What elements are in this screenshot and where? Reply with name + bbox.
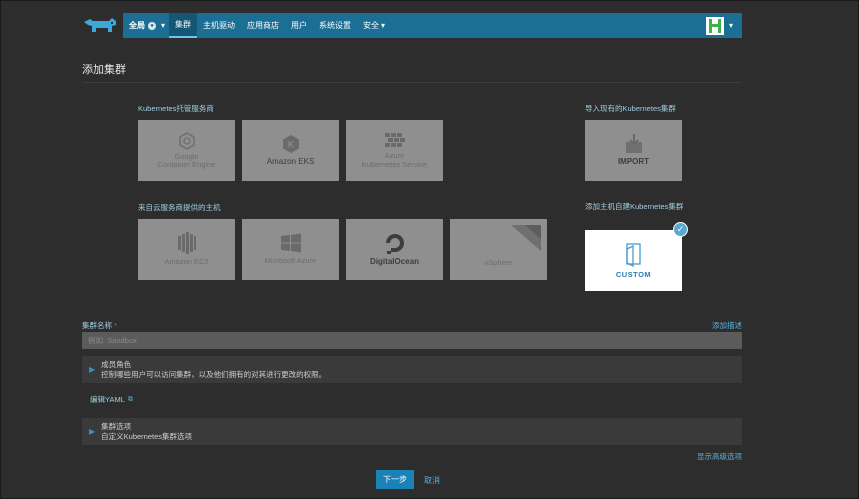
tile-label: IMPORT: [617, 157, 650, 167]
cluster-name-label-text: 集群名称: [82, 321, 112, 330]
chevron-down-icon: ▾: [729, 21, 734, 30]
cancel-button[interactable]: 取消: [424, 475, 440, 486]
required-mark: *: [114, 321, 118, 330]
globe-icon: ●: [148, 21, 156, 30]
scope-label: 全局: [129, 21, 145, 30]
tile-label: CUSTOM: [615, 270, 652, 280]
accordion-title: 成员角色: [101, 360, 132, 370]
expand-triangle-icon: ▶: [89, 365, 96, 374]
page-title: 添加集群: [82, 64, 126, 76]
accordion-title: 集群选项: [101, 422, 132, 432]
tile-label: DigitalOcean: [370, 256, 419, 266]
tile-google-gke[interactable]: Google Container Engine: [138, 120, 235, 181]
nav-item-node-drivers[interactable]: 主机驱动: [197, 13, 241, 38]
vsphere-icon: [511, 225, 541, 251]
show-advanced-link[interactable]: 显示高级选项: [697, 451, 742, 462]
tile-import[interactable]: IMPORT: [585, 120, 682, 181]
import-icon: [625, 134, 642, 154]
scope-selector[interactable]: 全局 ● ▾: [123, 13, 169, 38]
cluster-name-input[interactable]: [82, 332, 742, 349]
azure-kubernetes-icon: [384, 133, 405, 148]
add-description-link[interactable]: 添加描述: [712, 320, 742, 331]
cloud-providers-label: 来自云服务商提供的主机: [138, 203, 221, 212]
divider: [82, 82, 742, 83]
edit-yaml-link[interactable]: 编辑YAML ⧉: [90, 394, 133, 405]
tile-label: Google Container Engine: [157, 151, 216, 169]
cluster-name-label: 集群名称 *: [82, 320, 117, 331]
expand-triangle-icon: ▶: [89, 427, 96, 436]
tile-digitalocean[interactable]: DigitalOcean: [346, 219, 443, 280]
custom-icon: [625, 243, 641, 268]
tile-amazon-ec2[interactable]: Amazon EC2: [138, 219, 235, 280]
amazon-ec2-icon: [177, 232, 196, 255]
user-menu[interactable]: ▾: [703, 13, 742, 38]
google-container-engine-icon: [178, 131, 195, 150]
import-cluster-label: 导入现有的Kubernetes集群: [585, 104, 676, 113]
top-nav: 全局 ● ▾ 集群 主机驱动 应用商店 用户 系统设置 安全 ▾: [123, 13, 703, 38]
svg-text:K: K: [287, 140, 293, 150]
tile-label: Amazon EKS: [266, 157, 315, 167]
chevron-down-icon: ▾: [381, 21, 386, 30]
avatar: [706, 16, 724, 35]
tile-microsoft-azure[interactable]: Microsoft Azure: [242, 219, 339, 280]
tile-azure-aks[interactable]: Azure Kubernetes Service: [346, 120, 443, 181]
accordion-subtitle: 控制哪些用户可以访问集群，以及他们拥有的对其进行更改的权限。: [101, 369, 327, 379]
nav-item-security[interactable]: 安全 ▾: [357, 13, 391, 38]
rancher-logo-icon[interactable]: [82, 15, 118, 35]
accordion-subtitle: 自定义Kubernetes集群选项: [101, 431, 193, 441]
cluster-options-accordion[interactable]: ▶ 集群选项 自定义Kubernetes集群选项: [82, 418, 742, 445]
tile-custom[interactable]: CUSTOM: [585, 230, 682, 291]
next-button[interactable]: 下一步: [376, 470, 414, 489]
copy-icon: ⧉: [127, 395, 133, 403]
nav-item-clusters[interactable]: 集群: [169, 13, 198, 38]
tile-label: Azure Kubernetes Service: [361, 151, 428, 169]
tile-label: Microsoft Azure: [264, 256, 317, 266]
digitalocean-icon: [385, 233, 404, 254]
tile-vsphere[interactable]: vSphere: [450, 219, 547, 280]
edit-yaml-label: 编辑YAML: [90, 395, 125, 404]
tile-label: vSphere: [484, 258, 513, 268]
nav-item-catalogs[interactable]: 应用商店: [241, 13, 285, 38]
hosted-providers-label: Kubernetes托管服务商: [138, 104, 214, 113]
amazon-eks-icon: K: [282, 135, 299, 154]
custom-cluster-label: 添加主机自建Kubernetes集群: [585, 202, 684, 211]
microsoft-azure-icon: [280, 233, 301, 253]
selected-check-icon: ✓: [673, 222, 688, 237]
nav-item-users[interactable]: 用户: [285, 13, 313, 38]
nav-item-settings[interactable]: 系统设置: [313, 13, 357, 38]
tile-label: Amazon EC2: [164, 257, 209, 267]
chevron-down-icon: ▾: [161, 21, 166, 30]
member-roles-accordion[interactable]: ▶ 成员角色 控制哪些用户可以访问集群，以及他们拥有的对其进行更改的权限。: [82, 356, 742, 383]
tile-amazon-eks[interactable]: K Amazon EKS: [242, 120, 339, 181]
nav-security-label: 安全: [363, 21, 380, 30]
